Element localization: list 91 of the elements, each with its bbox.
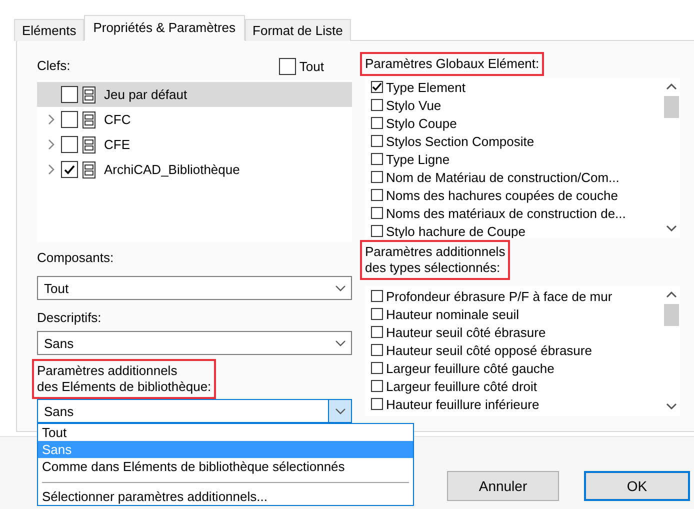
list-label: Paramètres additionnels des types sélectionnés: [360,240,510,280]
list-item-label: Type Element [386,80,466,94]
keys-label: Clefs: [36,57,72,75]
tab[interactable]: Eléments [14,19,84,41]
chevron-right-icon[interactable] [48,139,54,150]
checkbox[interactable] [371,207,383,219]
list-item[interactable]: Stylo hachure de Coupe [371,222,663,238]
checkbox[interactable] [61,161,78,178]
list-item[interactable]: Stylo Coupe [371,114,663,132]
cabinet-icon [82,86,96,104]
checkbox[interactable] [371,99,383,111]
checkbox[interactable] [371,398,383,410]
checkbox[interactable] [371,117,383,129]
list-item-label: Nom de Matériau de construction/Com... [386,170,620,184]
checkbox-label: Tout [299,58,324,74]
cabinet-icon [82,110,96,128]
tab[interactable]: Propriétés & Paramètres [84,15,245,41]
list-item-label: Stylo Coupe [386,116,457,130]
tab[interactable]: Format de Liste [244,19,351,41]
menu-option[interactable]: Tout [38,424,413,441]
checkbox[interactable] [371,344,383,356]
dialog-button[interactable]: OK [584,471,690,501]
list-item[interactable]: Stylo Vue [371,96,663,114]
chevron-right-icon[interactable] [48,114,54,125]
tree-item[interactable]: ArchiCAD_Bibliothèque [37,157,352,182]
list-item[interactable]: Nom de Matériau de construction/Com... [371,168,663,186]
cabinet-icon [82,160,96,178]
tree-item[interactable]: CFC [37,107,352,132]
list-item-label: Hauteur seuil côté opposé ébrasure [386,342,592,358]
list-item-label: Profondeur ébrasure P/F à face de mur [386,288,612,304]
chevron-down-icon [334,284,346,292]
checkbox[interactable] [371,189,383,201]
list-item-label: Stylos Section Composite [386,134,534,148]
dropdown-field[interactable]: Sans [37,399,352,423]
list-item[interactable]: Hauteur nominale seuil [371,305,663,323]
list-item[interactable]: Largeur feuillure côté droit [371,377,663,395]
checkbox[interactable] [279,58,296,74]
checkbox[interactable] [61,111,78,128]
checkbox[interactable] [371,362,383,374]
cabinet-icon [82,136,96,154]
field-label: Paramètres additionnels des Eléments de bibliothèque: [32,359,216,399]
list-item[interactable]: Largeur feuillure côté gauche [371,359,663,377]
checkbox[interactable] [371,308,383,320]
tree-item[interactable]: CFE [37,132,352,157]
tree-item-label: ArchiCAD_Bibliothèque [104,162,240,177]
checkbox[interactable] [371,225,383,237]
chevron-down-icon [334,408,346,414]
checkbox[interactable] [61,136,78,153]
checkbox[interactable] [371,135,383,147]
checkbox[interactable] [371,380,383,392]
list-item-label: Noms des matériaux de construction de... [386,206,626,220]
tree-item-label: Jeu par défaut [104,87,188,102]
dropdown-field[interactable]: Sans [37,331,352,355]
menu-option[interactable]: Comme dans Eléments de bibliothèque sélectionnés [38,458,413,475]
list-item-label: Largeur feuillure côté droit [386,378,538,394]
tree-item-label: CFE [104,137,130,152]
list-item-label: Stylo Vue [386,98,442,112]
list-item[interactable]: Hauteur seuil côté ébrasure [371,323,663,341]
list-item-label: Noms des hachures coupées de couche [386,188,618,202]
checkbox[interactable] [371,81,383,93]
chevron-right-icon[interactable] [48,164,54,175]
list-label: Paramètres Globaux Elément: [360,52,544,76]
list-item-label: Hauteur feuillure inférieure [386,396,540,412]
checkmark-icon [64,164,75,174]
list-item-label: Hauteur nominale seuil [386,306,519,322]
field-label: Composants: [36,249,115,267]
checkmark-icon [372,82,382,92]
list-item-label: Stylo hachure de Coupe [386,224,526,238]
tree-item-label: CFC [104,112,131,127]
list-item[interactable]: Type Element [371,78,663,96]
menu-option[interactable]: Sélectionner paramètres additionnels... [38,488,413,505]
list-item-label: Hauteur seuil côté ébrasure [386,324,546,340]
list-item[interactable]: Stylos Section Composite [371,132,663,150]
list-item-label: Type Ligne [386,152,450,166]
checkbox[interactable] [371,290,383,302]
list-item[interactable]: Noms des hachures coupées de couche [371,186,663,204]
checkbox[interactable] [371,153,383,165]
field-label: Descriptifs: [36,309,102,327]
dialog-button[interactable]: Annuler [447,471,559,501]
list-item[interactable]: Type Ligne [371,150,663,168]
checkbox[interactable] [371,326,383,338]
checkbox[interactable] [61,86,78,103]
tree-item[interactable]: Jeu par défaut [37,82,352,107]
list-item[interactable]: Noms des matériaux de construction de... [371,204,663,222]
chevron-down-icon [334,340,346,346]
list-item-label: Largeur feuillure côté gauche [386,360,554,376]
list-item[interactable]: Hauteur seuil côté opposé ébrasure [371,341,663,359]
list-item[interactable]: Profondeur ébrasure P/F à face de mur [371,287,663,305]
checkbox[interactable] [371,171,383,183]
list-item[interactable]: Hauteur feuillure inférieure [371,395,663,413]
dropdown-field[interactable]: Tout [37,276,352,300]
